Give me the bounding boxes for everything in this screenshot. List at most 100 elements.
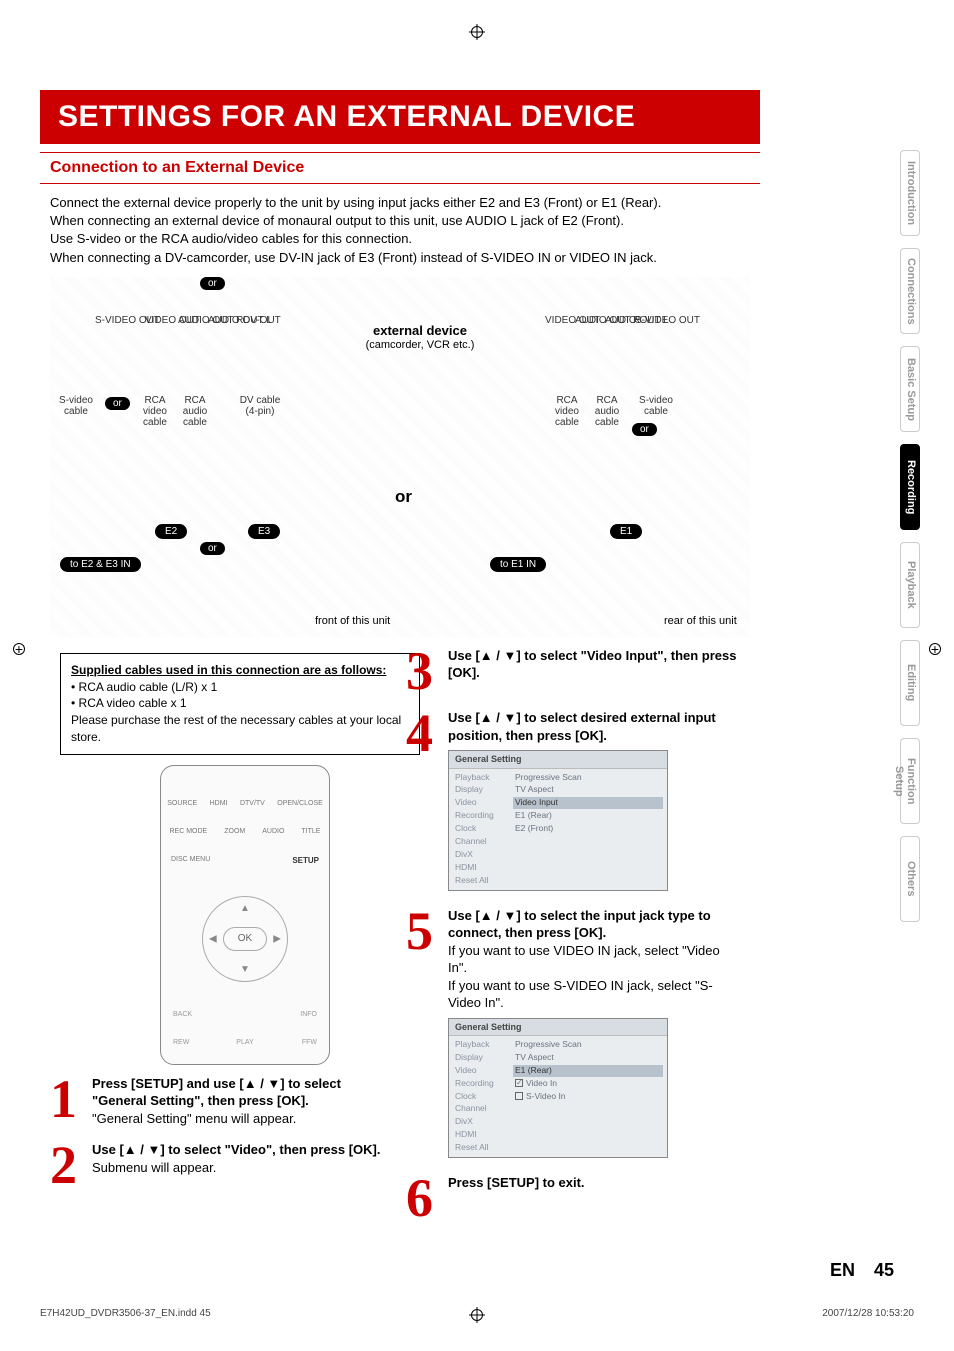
intro-line: Use S-video or the RCA audio/video cable… <box>50 230 750 248</box>
or-label: or <box>200 277 225 290</box>
menu-title: General Setting <box>455 1022 522 1032</box>
remote-label: OPEN/CLOSE <box>277 800 323 807</box>
tab-others[interactable]: Others <box>900 836 920 922</box>
label-dv-out: DV-OUT <box>243 315 281 326</box>
remote-label: HDMI <box>210 800 228 807</box>
cable-rca-audio: RCA audio cable <box>178 395 212 428</box>
page-lang: EN <box>830 1260 855 1280</box>
remote-ok: OK <box>223 927 267 951</box>
menu-right-item: Progressive Scan <box>513 1039 663 1051</box>
to-e1-in: to E1 IN <box>490 557 546 572</box>
footer-left: E7H42UD_DVDR3506-37_EN.indd 45 <box>40 1308 211 1319</box>
tab-introduction[interactable]: Introduction <box>900 150 920 236</box>
menu-left-item: Clock <box>453 1091 505 1103</box>
supply-line: • RCA video cable x 1 <box>71 695 409 712</box>
rear-label: rear of this unit <box>664 615 737 627</box>
intro-text: Connect the external device properly to … <box>40 194 760 267</box>
menu-option-svideo-in: S-Video In <box>513 1091 663 1103</box>
step-number: 5 <box>406 907 440 1160</box>
intro-line: When connecting a DV-camcorder, use DV-I… <box>50 249 750 267</box>
menu-left-item: HDMI <box>453 862 505 874</box>
menu-highlight: Video Input <box>513 797 663 809</box>
front-label: front of this unit <box>315 615 390 627</box>
menu-right-item: Progressive Scan <box>513 772 663 784</box>
big-or: or <box>395 487 412 507</box>
menu-left-item: Channel <box>453 836 505 848</box>
remote-label: PLAY <box>236 1039 253 1046</box>
tab-playback[interactable]: Playback <box>900 542 920 628</box>
section-header: Connection to an External Device <box>40 152 760 184</box>
menu-left-item: Reset All <box>453 1142 505 1154</box>
menu-highlight: E1 (Rear) <box>513 1065 663 1077</box>
menu-left-item: HDMI <box>453 1129 505 1141</box>
menu-left-item: Playback <box>453 772 505 784</box>
tab-editing[interactable]: Editing <box>900 640 920 726</box>
menu-right-item: E2 (Front) <box>513 823 663 835</box>
left-arrow-icon: ◀ <box>209 933 217 944</box>
step-number: 6 <box>406 1174 440 1223</box>
remote-setup-label: SETUP <box>292 856 319 865</box>
remote-dpad: OK ▲ ▼ ◀ ▶ <box>202 896 288 982</box>
supply-line: • RCA audio cable (L/R) x 1 <box>71 679 409 696</box>
remote-label: DTV/TV <box>240 800 265 807</box>
remote-label: AUDIO <box>262 828 284 835</box>
menu-left-item: Video <box>453 1065 505 1077</box>
footer-right: 2007/12/28 10:53:20 <box>822 1308 914 1319</box>
step-1: 1 Press [SETUP] and use [▲ / ▼] to selec… <box>50 1075 386 1128</box>
menu-title: General Setting <box>455 754 522 764</box>
tag-e3: E3 <box>248 524 280 539</box>
menu-right-item: E1 (Rear) <box>513 810 663 822</box>
step-bold: Press [SETUP] to exit. <box>448 1175 585 1190</box>
menu-left-item: Display <box>453 1052 505 1064</box>
intro-line: When connecting an external device of mo… <box>50 212 750 230</box>
remote-label: TITLE <box>301 828 320 835</box>
cable-svideo-r: S-video cable <box>635 395 677 417</box>
step-number: 3 <box>406 647 440 696</box>
down-arrow-icon: ▼ <box>240 964 250 975</box>
to-e2-e3-in: to E2 & E3 IN <box>60 557 141 572</box>
tab-function-setup[interactable]: Function Setup <box>900 738 920 824</box>
checkbox-icon <box>515 1079 523 1087</box>
menu-right-item: TV Aspect <box>513 784 663 796</box>
tab-basic-setup[interactable]: Basic Setup <box>900 346 920 432</box>
page-num-value: 45 <box>874 1260 894 1280</box>
external-device-sub: (camcorder, VCR etc.) <box>350 339 490 351</box>
step-number: 2 <box>50 1141 84 1190</box>
connection-diagram: or S-VIDEO OUT VIDEO OUT AUDIO OUT R AUD… <box>50 277 750 637</box>
page-number: EN 45 <box>830 1260 894 1281</box>
menu-right-item: TV Aspect <box>513 1052 663 1064</box>
step-6: 6 Press [SETUP] to exit. <box>406 1174 742 1223</box>
tab-recording[interactable]: Recording <box>900 444 920 530</box>
remote-control-illustration: SOURCE HDMI DTV/TV OPEN/CLOSE REC MODE Z… <box>160 765 330 1065</box>
cable-svideo: S-video cable <box>55 395 97 417</box>
remote-label: BACK <box>173 1011 192 1018</box>
cable-rca-video-r: RCA video cable <box>550 395 584 428</box>
remote-label: REC MODE <box>170 828 208 835</box>
menu-left-item: Video <box>453 797 505 809</box>
cable-rca-audio-r: RCA audio cable <box>590 395 624 428</box>
menu-left-item: DivX <box>453 849 505 861</box>
or-label: or <box>105 397 130 410</box>
tag-e1: E1 <box>610 524 642 539</box>
step-4: 4 Use [▲ / ▼] to select desired external… <box>406 709 742 892</box>
step-text: Submenu will appear. <box>92 1160 216 1175</box>
external-device-title: external device <box>350 323 490 338</box>
step-text: If you want to use S-VIDEO IN jack, sele… <box>448 978 713 1011</box>
step-number: 4 <box>406 709 440 892</box>
step-bold: Use [▲ / ▼] to select "Video Input", the… <box>448 648 736 681</box>
tag-e2: E2 <box>155 524 187 539</box>
general-setting-menu: General Setting Playback Display Video R… <box>448 750 668 890</box>
step-bold: Use [▲ / ▼] to select "Video", then pres… <box>92 1142 381 1157</box>
cable-dv: DV cable (4-pin) <box>238 395 282 417</box>
side-tabs: Introduction Connections Basic Setup Rec… <box>900 150 920 922</box>
label-svideo-out-r: S-VIDEO OUT <box>635 315 700 326</box>
menu-left-item: Channel <box>453 1103 505 1115</box>
step-bold: Use [▲ / ▼] to select desired external i… <box>448 710 716 743</box>
cable-rca-video: RCA video cable <box>138 395 172 428</box>
tab-connections[interactable]: Connections <box>900 248 920 334</box>
step-3: 3 Use [▲ / ▼] to select "Video Input", t… <box>406 647 742 696</box>
remote-label: INFO <box>300 1011 317 1018</box>
up-arrow-icon: ▲ <box>240 903 250 914</box>
menu-left-item: Playback <box>453 1039 505 1051</box>
or-label: or <box>632 423 657 436</box>
